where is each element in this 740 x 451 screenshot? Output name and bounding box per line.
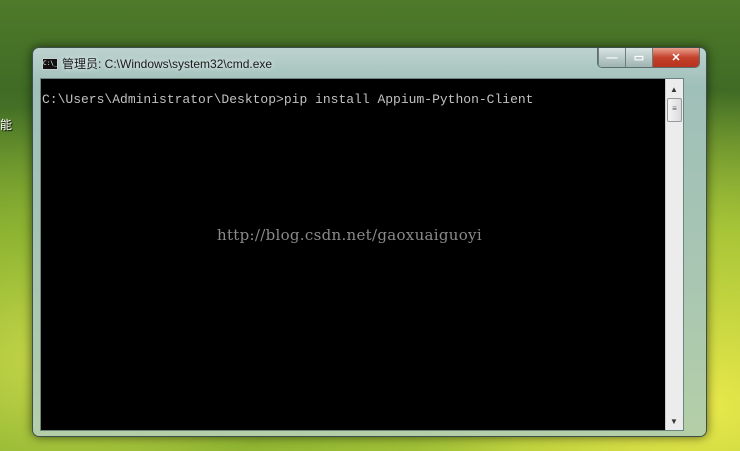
window-title: 管理员: C:\Windows\system32\cmd.exe bbox=[62, 57, 273, 71]
scroll-down-arrow-icon[interactable]: ▼ bbox=[670, 417, 678, 426]
scroll-up-arrow-icon[interactable]: ▲ bbox=[670, 85, 678, 94]
minimize-button[interactable]: — bbox=[598, 48, 625, 67]
cmd-window: C:\_ 管理员: C:\Windows\system32\cmd.exe — … bbox=[32, 47, 707, 437]
desktop-icon-label[interactable]: 能 bbox=[0, 116, 12, 133]
maximize-button[interactable]: ▭ bbox=[625, 48, 652, 67]
cmd-icon[interactable]: C:\_ bbox=[42, 58, 58, 70]
console-area[interactable]: C:\Users\Administrator\Desktop>pip insta… bbox=[40, 78, 684, 431]
console-line: C:\Users\Administrator\Desktop>pip insta… bbox=[42, 92, 534, 107]
vertical-scrollbar[interactable]: ▲ ≡ ▼ bbox=[665, 79, 683, 430]
scroll-thumb[interactable]: ≡ bbox=[667, 98, 682, 122]
watermark: http://blog.csdn.net/gaoxuaiguoyi bbox=[217, 226, 482, 244]
window-controls: — ▭ ✕ bbox=[597, 48, 700, 68]
close-button[interactable]: ✕ bbox=[652, 48, 699, 67]
